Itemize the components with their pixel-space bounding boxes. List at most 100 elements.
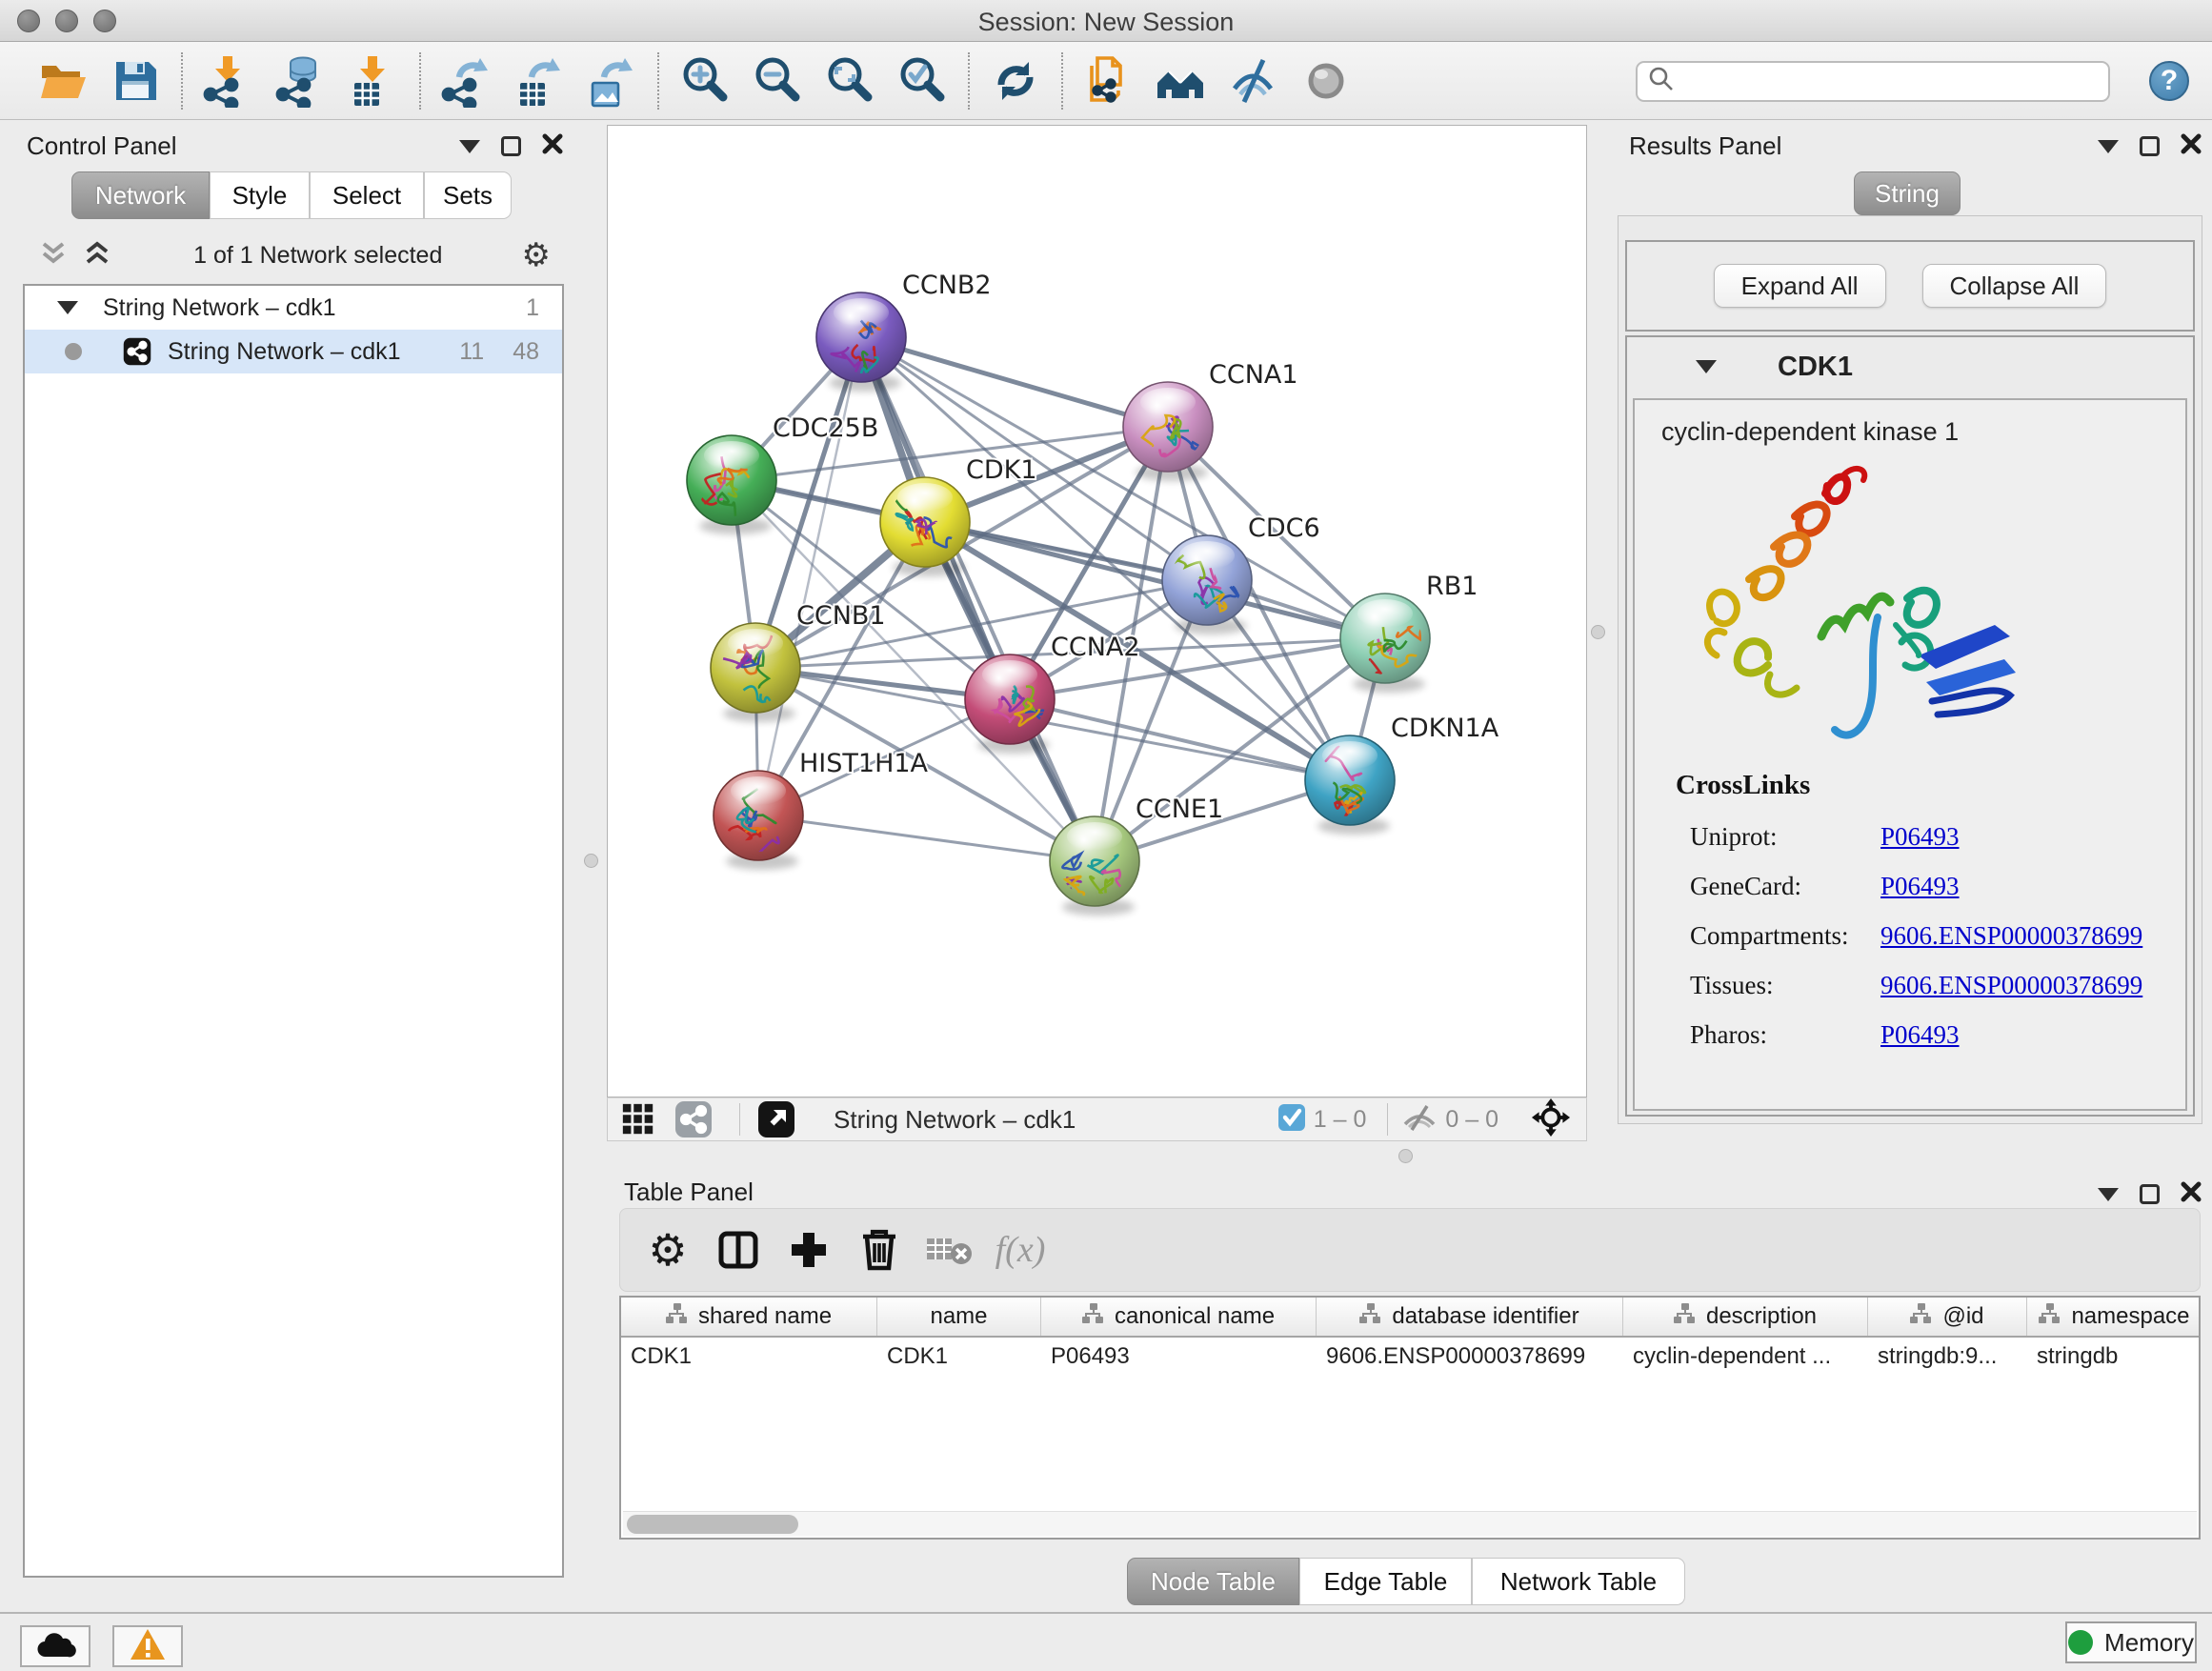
right-splitter-handle[interactable] (1591, 625, 1605, 639)
share-button-icon[interactable] (671, 1089, 716, 1150)
panel-menu-icon[interactable] (2098, 1188, 2119, 1201)
search-box[interactable] (1636, 61, 2110, 102)
table-cell: cyclin-dependent ... (1623, 1338, 1868, 1376)
zoom-out-icon[interactable] (747, 50, 808, 111)
share-document-icon[interactable] (1078, 50, 1139, 111)
add-column-icon[interactable] (778, 1219, 839, 1280)
panel-menu-icon[interactable] (2098, 140, 2119, 153)
import-table-icon[interactable] (343, 50, 404, 111)
zoom-in-icon[interactable] (674, 50, 735, 111)
crosslink-link[interactable]: P06493 (1880, 872, 1960, 901)
tab-network[interactable]: Network (71, 171, 210, 219)
collapse-all-icon[interactable] (36, 236, 70, 275)
export-image-icon[interactable] (581, 50, 642, 111)
network-view-toolbar: String Network – cdk1 1 – 0 0 – 0 (607, 1097, 1587, 1141)
table-settings-icon[interactable]: ⚙ (637, 1219, 698, 1280)
network-tree-row[interactable]: String Network – cdk11148 (25, 330, 562, 373)
gear-icon[interactable]: ⚙ (522, 236, 551, 274)
column-header-name[interactable]: name (877, 1298, 1041, 1336)
column-header-canonical-name[interactable]: canonical name (1041, 1298, 1317, 1336)
grid-icon[interactable] (615, 1089, 661, 1150)
control-panel-title: Control Panel (27, 131, 177, 161)
column-header-shared-name[interactable]: shared name (621, 1298, 877, 1336)
apply-layout-icon[interactable] (985, 50, 1046, 111)
panel-float-icon[interactable] (2140, 136, 2160, 156)
network-node-CCNA1[interactable]: CCNA1 (1123, 360, 1298, 481)
collapse-section-icon[interactable] (1696, 360, 1717, 373)
open-file-icon[interactable] (32, 50, 93, 111)
column-header-namespace[interactable]: namespace (2027, 1298, 2201, 1336)
import-network-icon[interactable] (198, 50, 259, 111)
scrollbar-thumb[interactable] (627, 1515, 798, 1534)
zoom-fit-icon[interactable] (819, 50, 880, 111)
results-panel-window-icons (2098, 133, 2202, 159)
horizontal-scrollbar[interactable] (623, 1511, 2197, 1536)
expand-all-icon[interactable] (80, 236, 114, 275)
crosslink-link[interactable]: 9606.ENSP00000378699 (1880, 921, 2142, 951)
panel-float-icon[interactable] (501, 136, 521, 156)
tab-network-table[interactable]: Network Table (1472, 1558, 1685, 1605)
network-node-CDKN1A[interactable]: CDKN1A (1305, 714, 1499, 835)
tab-node-table[interactable]: Node Table (1127, 1558, 1299, 1605)
hidden-eye-icon[interactable] (1401, 1101, 1438, 1138)
network-home-icon[interactable] (1151, 50, 1212, 111)
tab-select[interactable]: Select (310, 171, 424, 219)
results-section-header[interactable]: CDK1 (1627, 337, 2193, 396)
panel-float-icon[interactable] (2140, 1184, 2160, 1204)
hidden-count: 0 – 0 (1445, 1106, 1498, 1134)
network-node-CCNE1[interactable]: CCNE1 (1050, 795, 1223, 916)
birdseye-icon[interactable] (1531, 1097, 1571, 1142)
table-row[interactable]: CDK1CDK1P064939606.ENSP00000378699cyclin… (621, 1338, 2199, 1376)
eye-icon[interactable] (1296, 50, 1357, 111)
crosslink-link[interactable]: P06493 (1880, 1020, 1960, 1050)
tab-edge-table[interactable]: Edge Table (1299, 1558, 1472, 1605)
panel-close-icon[interactable] (542, 133, 563, 159)
column-header--id[interactable]: @id (1868, 1298, 2027, 1336)
panel-close-icon[interactable] (2181, 133, 2202, 159)
delete-column-icon[interactable] (849, 1219, 910, 1280)
tab-sets[interactable]: Sets (424, 171, 512, 219)
search-input[interactable] (1676, 69, 2085, 95)
column-header-description[interactable]: description (1623, 1298, 1868, 1336)
network-tree-row[interactable]: String Network – cdk11 (25, 286, 562, 330)
tab-string[interactable]: String (1854, 171, 1961, 215)
help-button[interactable]: ? (2149, 61, 2189, 101)
current-network-dot (65, 343, 82, 360)
tab-style[interactable]: Style (210, 171, 310, 219)
control-panel-tabs: NetworkStyleSelectSets (71, 171, 512, 219)
expand-all-button[interactable]: Expand All (1714, 264, 1886, 308)
open-view-icon[interactable] (754, 1089, 799, 1150)
selected-checkbox-icon[interactable] (1277, 1103, 1306, 1137)
bottom-splitter-handle[interactable] (1398, 1149, 1413, 1163)
panel-menu-icon[interactable] (459, 140, 480, 153)
node-table: shared namenamecanonical namedatabase id… (619, 1296, 2201, 1540)
export-network-icon[interactable] (436, 50, 497, 111)
network-tree: String Network – cdk11String Network – c… (23, 284, 564, 1578)
crosslink-row: Pharos:P06493 (1690, 1010, 2176, 1059)
tree-expander-icon[interactable] (57, 301, 78, 314)
network-node-CCNB2[interactable]: CCNB2 (816, 271, 992, 403)
export-table-icon[interactable] (509, 50, 570, 111)
node-label: CCNA2 (1051, 633, 1140, 662)
memory-button[interactable]: Memory (2065, 1621, 2197, 1663)
left-splitter-handle[interactable] (584, 854, 598, 868)
warning-button[interactable] (112, 1625, 183, 1667)
results-section-title: CDK1 (1778, 352, 1853, 383)
panel-close-icon[interactable] (2181, 1181, 2202, 1207)
zoom-selected-icon[interactable] (892, 50, 953, 111)
show-hide-panels-icon[interactable] (1223, 50, 1284, 111)
crosslink-label: Uniprot: (1690, 822, 1880, 852)
network-node-HIST1H1A[interactable]: HIST1H1A (714, 749, 929, 870)
crosslink-link[interactable]: 9606.ENSP00000378699 (1880, 971, 2142, 1000)
crosslink-row: Tissues:9606.ENSP00000378699 (1690, 960, 2176, 1010)
cloud-button[interactable] (20, 1625, 90, 1667)
columns-icon[interactable] (708, 1219, 769, 1280)
import-network-database-icon[interactable] (271, 50, 332, 111)
crosslink-link[interactable]: P06493 (1880, 822, 1960, 852)
save-session-icon[interactable] (105, 50, 166, 111)
collapse-all-button[interactable]: Collapse All (1922, 264, 2107, 308)
network-node-RB1[interactable]: RB1 (1340, 572, 1478, 701)
table-panel-window-icons (2098, 1181, 2202, 1207)
network-canvas[interactable]: CCNB2CCNA1CDC25BCDK1CDC6RB1CCNB1CCNA2CDK… (607, 125, 1587, 1097)
column-header-database-identifier[interactable]: database identifier (1317, 1298, 1623, 1336)
